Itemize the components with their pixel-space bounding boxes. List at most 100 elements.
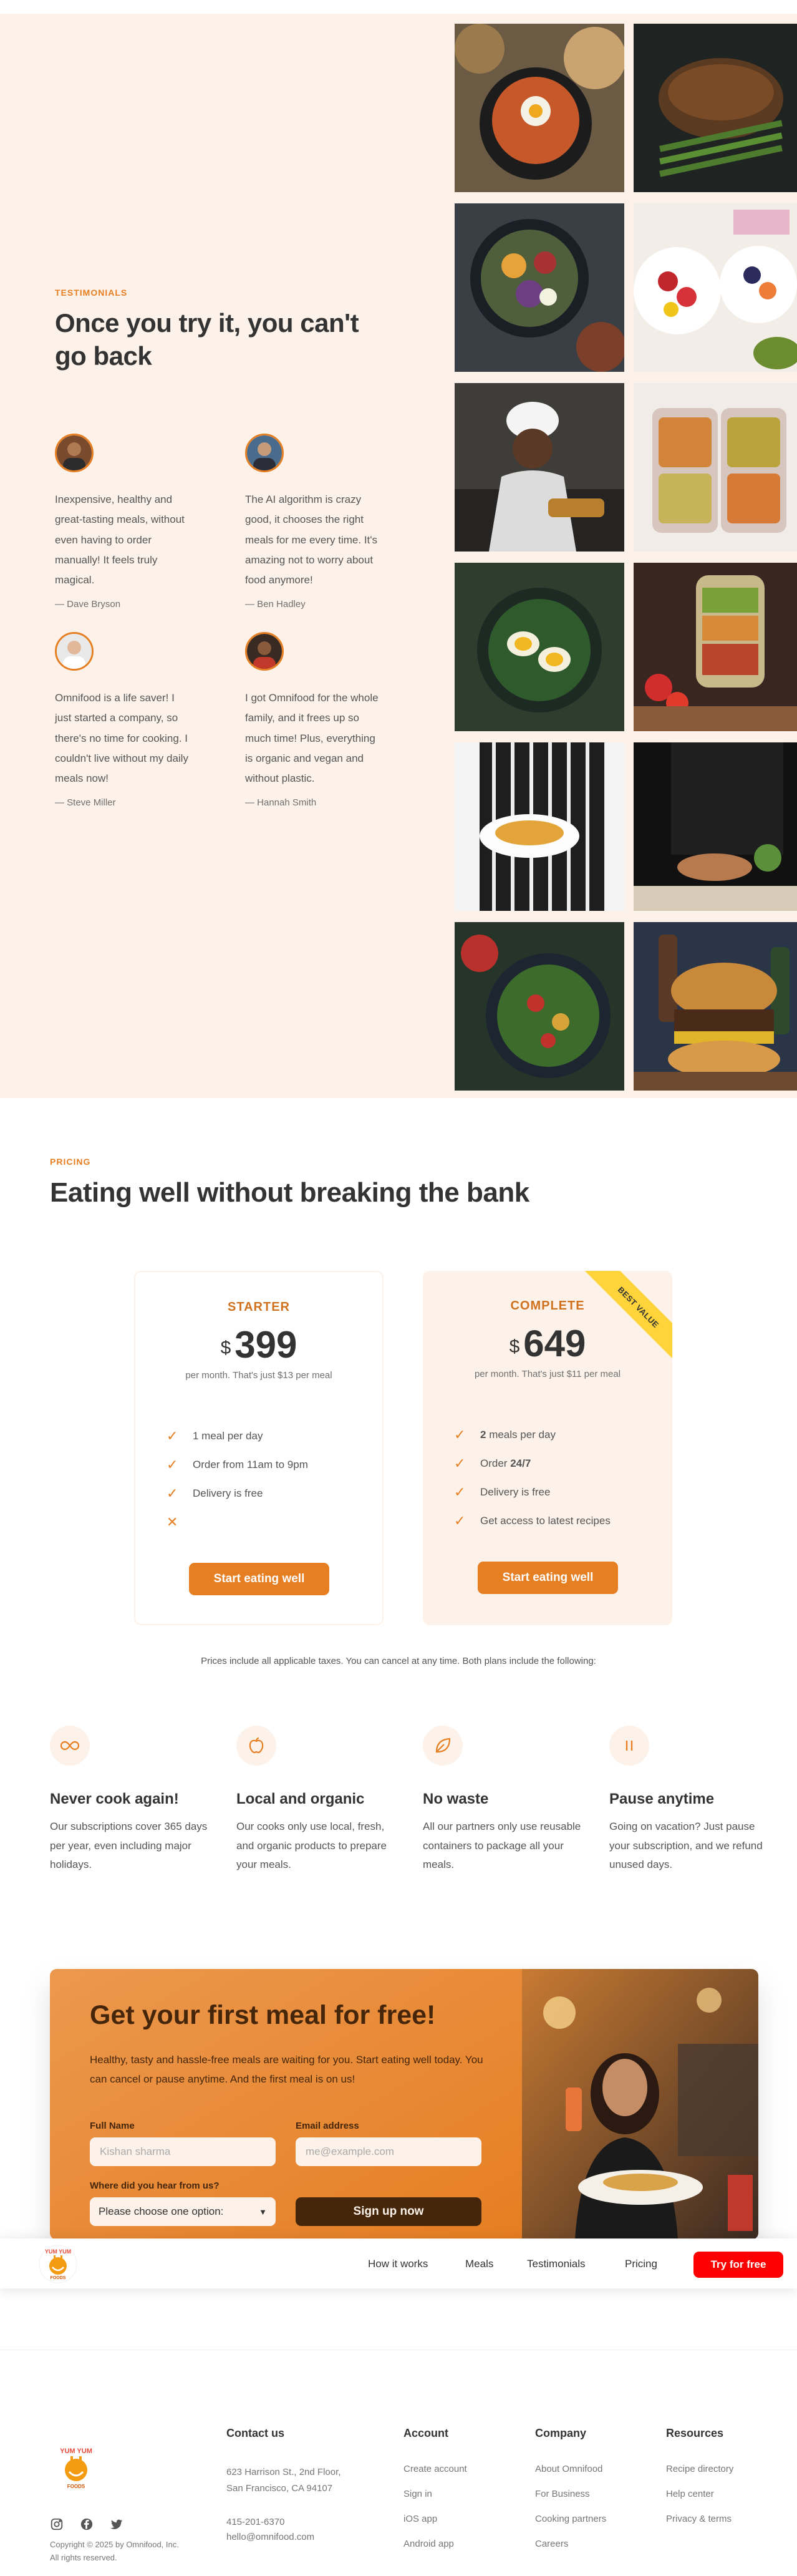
footer-link-about[interactable]: About Omnifood xyxy=(535,2464,602,2474)
plan-feature: ✕ xyxy=(167,1514,193,1530)
plan-subtext: per month. That's just $11 per meal xyxy=(474,1369,621,1379)
footer-link-for-business[interactable]: For Business xyxy=(535,2489,590,2499)
plan-feature: ✓ Get access to latest recipes xyxy=(454,1513,611,1529)
footer-logo[interactable]: YUM YUM FOODS xyxy=(51,2442,101,2492)
footer-link-careers[interactable]: Careers xyxy=(535,2539,568,2549)
email-input[interactable] xyxy=(296,2137,481,2166)
testimonial-card: The AI algorithm is crazy good, it choos… xyxy=(245,434,379,610)
gallery-image xyxy=(634,24,797,192)
sign-up-button[interactable]: Sign up now xyxy=(296,2197,481,2226)
feature-text: Our cooks only use local, fresh, and org… xyxy=(236,1820,387,1871)
cta-text: Healthy, tasty and hassle-free meals are… xyxy=(90,2054,483,2086)
nav-link-pricing[interactable]: Pricing xyxy=(625,2258,657,2270)
gallery-image xyxy=(455,24,624,192)
testimonial-quote: Inexpensive, healthy and great-tasting m… xyxy=(55,493,185,586)
close-icon: ✕ xyxy=(167,1514,178,1530)
plan-price: $649 xyxy=(423,1322,672,1365)
top-strip xyxy=(0,0,797,14)
checkmark-icon: ✓ xyxy=(454,1484,466,1500)
testimonials-heading-line1: Once you try it, you can't xyxy=(55,308,359,338)
footer-link-cooking-partners[interactable]: Cooking partners xyxy=(535,2514,606,2524)
twitter-icon[interactable] xyxy=(110,2517,123,2531)
plan-feature-rest: Order xyxy=(480,1457,511,1469)
plan-currency: $ xyxy=(509,1336,520,1357)
copyright: Copyright © 2025 by Omnifood, Inc. All r… xyxy=(50,2540,179,2562)
checkmark-icon: ✓ xyxy=(167,1457,178,1472)
testimonial-quote: Omnifood is a life saver! I just started… xyxy=(55,692,188,785)
checkmark-icon: ✓ xyxy=(454,1513,466,1529)
gallery-image xyxy=(455,383,624,552)
plan-feature-text: 2 meals per day xyxy=(480,1429,556,1441)
cta-heading: Get your first meal for free! xyxy=(90,2000,436,2030)
testimonials-subheading: Testimonials xyxy=(55,288,128,298)
pricing-heading: Eating well without breaking the bank xyxy=(50,1177,529,1208)
plan-feature-text: Delivery is free xyxy=(480,1486,551,1498)
footer-heading-account: Account xyxy=(403,2427,448,2439)
cta-image xyxy=(522,1969,758,2240)
feature-title: Local and organic xyxy=(236,1791,365,1807)
plan-feature-text: Delivery is free xyxy=(193,1487,263,1499)
testimonial-name: — Steve Miller xyxy=(55,797,116,809)
cta-form-panel: Get your first meal for free! Healthy, t… xyxy=(50,1969,522,2240)
footer-heading-company: Company xyxy=(535,2427,587,2439)
try-for-free-button[interactable]: Try for free xyxy=(693,2252,783,2278)
avatar xyxy=(245,632,284,671)
plan-amount: 649 xyxy=(523,1323,586,1364)
footer-link-privacy-terms[interactable]: Privacy & terms xyxy=(666,2514,732,2524)
plan-complete: BEST VALUE COMPLETE $649 per month. That… xyxy=(423,1271,672,1625)
footer-link-sign-in[interactable]: Sign in xyxy=(403,2489,432,2499)
footer-heading-resources: Resources xyxy=(666,2427,724,2439)
testimonial-name: — Hannah Smith xyxy=(245,797,317,809)
gallery-image xyxy=(634,383,797,552)
infinity-icon xyxy=(50,1726,90,1766)
footer-address-line2: San Francisco, CA 94107 xyxy=(226,2483,333,2494)
gallery-image xyxy=(634,563,797,731)
email-label: Email address xyxy=(296,2121,359,2131)
gallery-image xyxy=(455,922,624,1091)
plan-feature: ✓ Delivery is free xyxy=(454,1484,550,1500)
start-eating-well-button[interactable]: Start eating well xyxy=(189,1563,329,1595)
plan-feature: ✓ Order from 11am to 9pm xyxy=(167,1457,308,1473)
nav-link-meals[interactable]: Meals xyxy=(465,2258,493,2270)
footer-phone[interactable]: 415-201-6370 xyxy=(226,2517,284,2527)
footer-link-recipe-directory[interactable]: Recipe directory xyxy=(666,2464,733,2474)
avatar xyxy=(55,434,94,472)
gallery-image xyxy=(455,742,624,911)
testimonial-card: Omnifood is a life saver! I just started… xyxy=(55,632,189,808)
footer-link-ios-app[interactable]: iOS app xyxy=(403,2514,437,2524)
instagram-icon[interactable] xyxy=(50,2517,64,2531)
facebook-icon[interactable] xyxy=(80,2517,94,2531)
source-select[interactable]: Please choose one option: ▼ xyxy=(90,2197,276,2226)
gallery-image xyxy=(455,203,624,372)
footer-link-create-account[interactable]: Create account xyxy=(403,2464,467,2474)
gallery-image xyxy=(455,563,624,731)
nav-link-testimonials[interactable]: Testimonials xyxy=(527,2258,586,2270)
testimonials-section: Testimonials Once you try it, you can't … xyxy=(0,14,797,1098)
feature-title: Never cook again! xyxy=(50,1791,179,1807)
pause-icon xyxy=(609,1726,649,1766)
source-label: Where did you hear from us? xyxy=(90,2180,220,2191)
footer-email[interactable]: hello@omnifood.com xyxy=(226,2532,314,2542)
plan-feature: ✓ Delivery is free xyxy=(167,1485,263,1502)
footer-link-android-app[interactable]: Android app xyxy=(403,2539,454,2549)
nav-link-how-it-works[interactable]: How it works xyxy=(368,2258,428,2270)
full-name-input[interactable] xyxy=(90,2137,276,2166)
testimonial-quote: I got Omnifood for the whole family, and… xyxy=(245,692,379,785)
feature-title: Pause anytime xyxy=(609,1791,715,1807)
testimonial-name: — Dave Bryson xyxy=(55,599,121,610)
feature-text: Going on vacation? Just pause your subsc… xyxy=(609,1820,763,1871)
testimonial-name: — Ben Hadley xyxy=(245,599,306,610)
avatar xyxy=(245,434,284,472)
checkmark-icon: ✓ xyxy=(454,1456,466,1471)
apple-icon xyxy=(236,1726,276,1766)
footer-link-help-center[interactable]: Help center xyxy=(666,2489,714,2499)
plan-name: STARTER xyxy=(228,1300,290,1314)
plan-feature: ✓ 1 meal per day xyxy=(167,1428,263,1444)
footer-heading-contact: Contact us xyxy=(226,2427,285,2439)
logo[interactable]: YUM YUM FOODS xyxy=(39,2245,77,2283)
checkmark-icon: ✓ xyxy=(454,1427,466,1442)
testimonials-heading-line2: go back xyxy=(55,341,152,371)
start-eating-well-button[interactable]: Start eating well xyxy=(478,1562,618,1594)
plan-feature-bold: 24/7 xyxy=(510,1457,531,1469)
pricing-note: Prices include all applicable taxes. You… xyxy=(201,1656,596,1666)
